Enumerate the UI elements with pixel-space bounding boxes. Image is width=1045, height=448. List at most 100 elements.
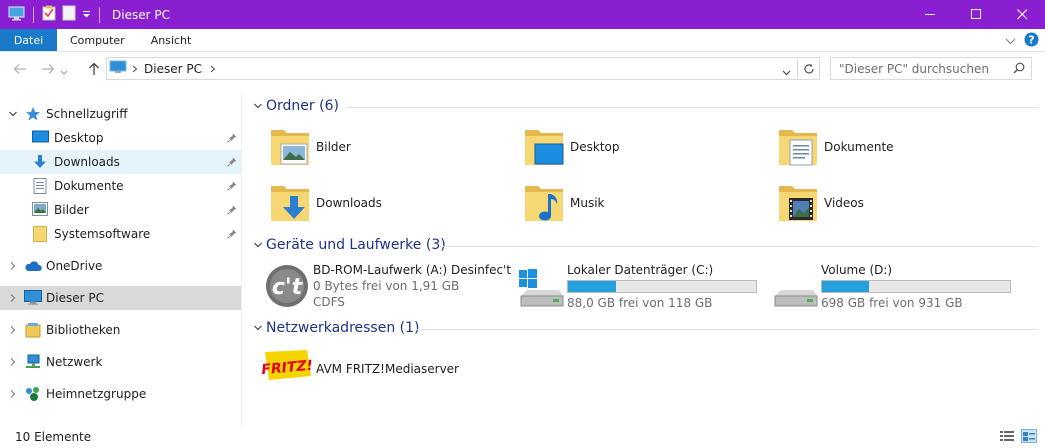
pictures-folder-icon [268, 124, 312, 171]
sidebar-item-label: Schnellzugriff [46, 107, 128, 121]
group-title: Ordner (6) [266, 98, 339, 114]
minimize-button[interactable] [907, 0, 953, 29]
network-tile-fritz-mediaserver[interactable]: FRITZ! AVM FRITZ!Mediaserver [261, 346, 511, 398]
folder-label: Downloads [316, 196, 382, 210]
tab-file[interactable]: Datei [0, 29, 57, 51]
collapsed-chevron-icon[interactable] [8, 356, 18, 370]
sidebar-item-systemsoftware[interactable]: Systemsoftware [0, 222, 241, 246]
sidebar-item-libraries[interactable]: Bibliotheken [0, 318, 241, 342]
collapsed-chevron-icon[interactable] [8, 292, 18, 306]
window-title: Dieser PC [112, 7, 170, 22]
customize-toolbar-chevron-icon[interactable] [82, 8, 91, 22]
svg-text:?: ? [1028, 34, 1034, 47]
tab-computer[interactable]: Computer [57, 29, 138, 51]
folder-tile-pictures[interactable]: Bilder [268, 124, 518, 176]
sidebar-item-quick-access[interactable]: Schnellzugriff [0, 102, 241, 126]
pictures-icon [32, 202, 48, 219]
properties-icon[interactable] [42, 5, 56, 24]
drive-free-space: 88,0 GB frei von 118 GB [567, 296, 713, 310]
pin-icon [227, 204, 237, 218]
sidebar-item-network[interactable]: Netzwerk [0, 350, 241, 374]
expanded-chevron-icon[interactable] [8, 108, 18, 122]
expand-ribbon-chevron-icon[interactable] [1005, 34, 1016, 48]
group-header-folders[interactable]: Ordner (6) [243, 96, 1045, 116]
drive-usage-bar [821, 280, 1011, 293]
folder-label: Dokumente [824, 140, 894, 154]
breadcrumb-this-pc[interactable]: Dieser PC [144, 62, 202, 76]
group-header-devices[interactable]: Geräte und Laufwerke (3) [243, 235, 1045, 255]
sidebar-item-onedrive[interactable]: OneDrive [0, 254, 241, 278]
cloud-icon [24, 260, 42, 275]
expanded-chevron-icon[interactable] [253, 322, 263, 336]
collapsed-chevron-icon[interactable] [8, 260, 18, 274]
back-button[interactable] [8, 57, 32, 81]
sidebar-item-desktop[interactable]: Desktop [0, 126, 241, 150]
tiles-view-button[interactable] [1021, 429, 1037, 446]
title-bar: Dieser PC [0, 0, 1045, 29]
this-pc-icon[interactable] [8, 6, 25, 24]
folder-tile-music[interactable]: Musik [522, 180, 772, 232]
drive-tile-a[interactable]: c't BD-ROM-Laufwerk (A:) Desinfec't 0 By… [263, 262, 513, 314]
homegroup-icon [25, 386, 41, 405]
folder-icon [33, 226, 47, 245]
breadcrumb-separator-icon[interactable] [210, 62, 216, 76]
close-button[interactable] [999, 0, 1045, 29]
group-title: Geräte und Laufwerke (3) [266, 237, 446, 253]
folder-label: Bilder [316, 140, 351, 154]
sidebar-item-homegroup[interactable]: Heimnetzgruppe [0, 382, 241, 406]
desktop-folder-icon [522, 124, 566, 171]
drive-usage-fill [568, 281, 616, 292]
help-icon[interactable]: ? [1024, 32, 1039, 50]
sidebar-item-label: Dieser PC [46, 291, 104, 305]
up-button[interactable] [82, 57, 106, 81]
details-view-button[interactable] [999, 429, 1015, 446]
content-pane: Ordner (6) Bilder Desktop Dokumente Down… [243, 94, 1045, 426]
desktop-icon [32, 130, 49, 147]
forward-button[interactable] [36, 57, 60, 81]
pin-icon [227, 180, 237, 194]
folder-tile-videos[interactable]: Videos [776, 180, 1026, 232]
sidebar-item-this-pc[interactable]: Dieser PC [0, 286, 241, 310]
search-icon[interactable] [1013, 62, 1025, 77]
drive-usage-fill [822, 281, 869, 292]
sidebar-item-label: Systemsoftware [54, 227, 151, 241]
sidebar-item-documents[interactable]: Dokumente [0, 174, 241, 198]
new-folder-icon[interactable] [62, 5, 76, 24]
group-title: Netzwerkadressen (1) [266, 320, 420, 336]
star-icon [25, 106, 41, 125]
address-dropdown-chevron-icon[interactable] [782, 65, 791, 79]
collapsed-chevron-icon[interactable] [8, 388, 18, 402]
drive-name: BD-ROM-Laufwerk (A:) Desinfec't [313, 263, 512, 277]
group-header-network[interactable]: Netzwerkadressen (1) [243, 318, 1045, 338]
drive-tile-c[interactable]: Lokaler Datenträger (C:) 88,0 GB frei vo… [517, 262, 767, 314]
hard-drive-icon [771, 268, 819, 313]
downloads-folder-icon [268, 180, 312, 227]
navigation-bar: Dieser PC "Dieser PC" durchsuchen [0, 52, 1045, 86]
folder-label: Musik [570, 196, 605, 210]
maximize-button[interactable] [953, 0, 999, 29]
recent-locations-chevron-icon[interactable] [60, 64, 68, 78]
documents-folder-icon [776, 124, 820, 171]
network-location-label: AVM FRITZ!Mediaserver [316, 362, 459, 376]
sidebar-item-label: Netzwerk [46, 355, 103, 369]
sidebar-item-label: OneDrive [46, 259, 103, 273]
expanded-chevron-icon[interactable] [253, 239, 263, 253]
sidebar-item-downloads[interactable]: Downloads [0, 150, 241, 174]
drive-tile-d[interactable]: Volume (D:) 698 GB frei von 931 GB [771, 262, 1021, 314]
documents-icon [33, 178, 47, 197]
search-input[interactable]: "Dieser PC" durchsuchen [830, 57, 1032, 80]
this-pc-icon [24, 290, 42, 308]
folder-tile-desktop[interactable]: Desktop [522, 124, 772, 176]
this-pc-icon [109, 60, 127, 77]
refresh-button[interactable] [798, 57, 820, 80]
folder-tile-documents[interactable]: Dokumente [776, 124, 1026, 176]
address-bar[interactable]: Dieser PC [106, 57, 798, 80]
folder-tile-downloads[interactable]: Downloads [268, 180, 518, 232]
sidebar-item-pictures[interactable]: Bilder [0, 198, 241, 222]
sidebar-item-label: Desktop [54, 131, 104, 145]
fritz-logo-icon: FRITZ! [261, 346, 314, 389]
tab-view[interactable]: Ansicht [138, 29, 205, 51]
item-count: 10 Elemente [15, 430, 92, 444]
expanded-chevron-icon[interactable] [253, 100, 263, 114]
collapsed-chevron-icon[interactable] [8, 324, 18, 338]
